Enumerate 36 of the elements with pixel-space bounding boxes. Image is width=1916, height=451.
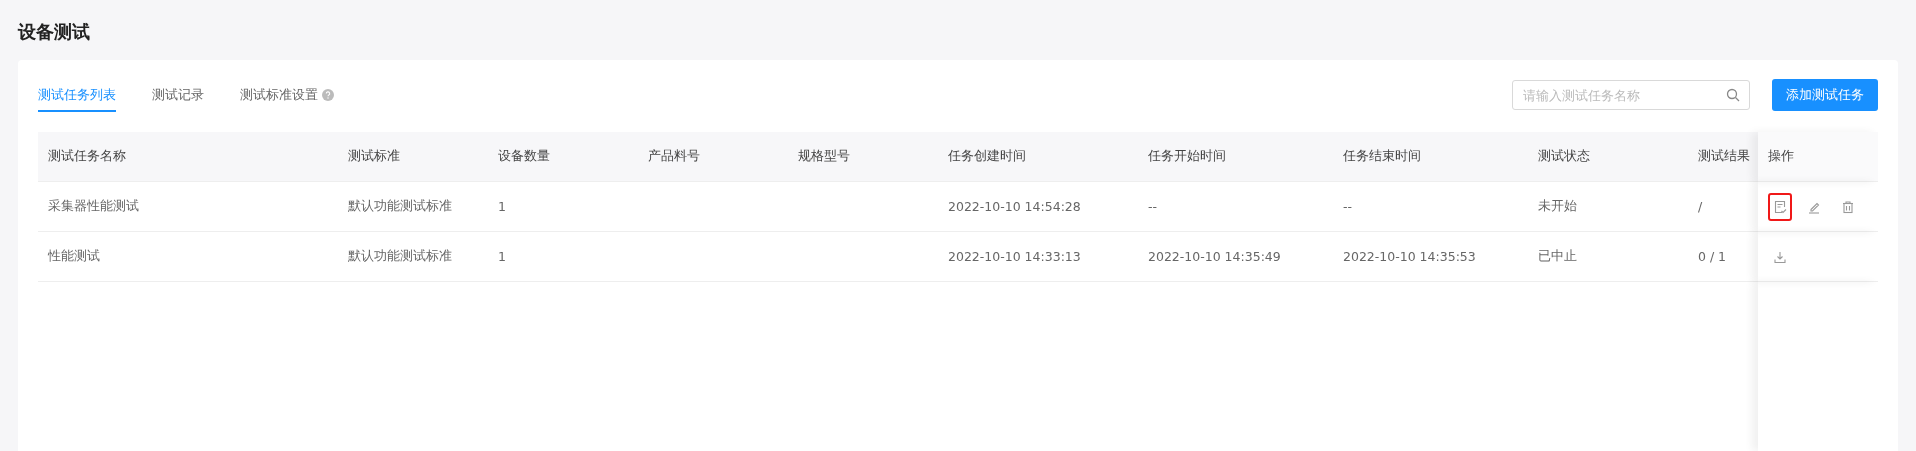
column-header: 测试结果 bbox=[1688, 132, 1758, 182]
report-icon[interactable] bbox=[1768, 192, 1792, 221]
table-cell: 0 / 1 bbox=[1698, 249, 1727, 264]
column-header: 测试状态 bbox=[1528, 132, 1688, 182]
column-header: 规格型号 bbox=[788, 132, 938, 182]
table-cell: -- bbox=[1343, 199, 1353, 214]
column-header: 任务创建时间 bbox=[938, 132, 1138, 182]
table-cell: 1 bbox=[498, 249, 506, 264]
table-cell: / bbox=[1698, 199, 1703, 214]
tab[interactable]: 测试记录 bbox=[152, 78, 204, 112]
column-header: 设备数量 bbox=[488, 132, 638, 182]
table-cell: 采集器性能测试 bbox=[48, 198, 139, 215]
search-field[interactable]: 请输入测试任务名称 bbox=[1512, 80, 1750, 110]
table-cell: 1 bbox=[498, 199, 506, 214]
column-header: 测试任务名称 bbox=[38, 132, 338, 182]
page-title: 设备测试 bbox=[18, 20, 90, 44]
help-icon[interactable] bbox=[322, 89, 334, 101]
tab[interactable]: 测试任务列表 bbox=[38, 78, 116, 112]
table-cell: 性能测试 bbox=[48, 248, 100, 265]
column-header: 测试标准 bbox=[338, 132, 488, 182]
table-cell: 默认功能测试标准 bbox=[348, 198, 452, 215]
table-cell: 2022-10-10 14:35:49 bbox=[1148, 249, 1281, 264]
table-cell: 未开始 bbox=[1538, 198, 1577, 215]
tab[interactable]: 测试标准设置 bbox=[240, 78, 334, 112]
column-header: 产品料号 bbox=[638, 132, 788, 182]
column-header: 操作 bbox=[1758, 132, 1878, 182]
table-cell: -- bbox=[1148, 199, 1158, 214]
add-task-button[interactable]: 添加测试任务 bbox=[1772, 79, 1878, 111]
table-cell: 已中止 bbox=[1538, 248, 1577, 265]
column-header: 任务结束时间 bbox=[1333, 132, 1528, 182]
table-cell: 2022-10-10 14:54:28 bbox=[948, 199, 1081, 214]
table-cell: 2022-10-10 14:35:53 bbox=[1343, 249, 1476, 264]
table-cell: 默认功能测试标准 bbox=[348, 248, 452, 265]
search-icon[interactable] bbox=[1726, 88, 1740, 102]
table-cell: 2022-10-10 14:33:13 bbox=[948, 249, 1081, 264]
column-header: 任务开始时间 bbox=[1138, 132, 1333, 182]
